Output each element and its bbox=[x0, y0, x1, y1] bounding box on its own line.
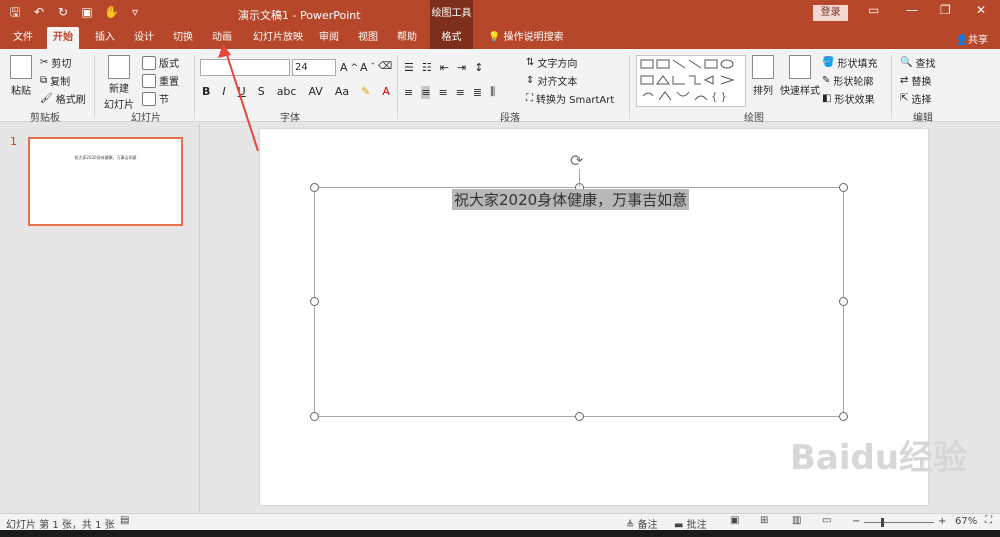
fit-to-window-icon[interactable]: ⛶ bbox=[985, 515, 992, 526]
taskbar-strip bbox=[0, 530, 1000, 537]
reading-view-icon[interactable]: ▥ bbox=[792, 515, 801, 526]
watermark-logo: Baidu经验 bbox=[790, 438, 968, 478]
rotate-connector bbox=[579, 169, 580, 187]
resize-handle[interactable] bbox=[839, 183, 848, 192]
slide-text[interactable]: 祝大家2020身体健康，万事吉如意 bbox=[452, 189, 690, 210]
slide-info: 幻灯片 第 1 张，共 1 张 bbox=[6, 520, 115, 531]
resize-handle[interactable] bbox=[839, 412, 848, 421]
comments-button[interactable]: ▬ 批注 bbox=[674, 516, 707, 531]
rotate-handle-icon[interactable]: ⟳ bbox=[570, 151, 583, 170]
resize-handle[interactable] bbox=[310, 412, 319, 421]
zoom-out-icon[interactable]: − bbox=[852, 516, 860, 527]
zoom-slider[interactable] bbox=[864, 522, 934, 523]
text-box[interactable] bbox=[310, 183, 848, 421]
zoom-slider-thumb[interactable] bbox=[881, 518, 884, 527]
status-bar: 幻灯片 第 1 张，共 1 张 ▤ ≜ 备注 ▬ 批注 ▣ ⊞ ▥ ▭ − + … bbox=[0, 513, 1000, 531]
spellcheck-icon[interactable]: ▤ bbox=[120, 515, 129, 526]
slideshow-icon[interactable]: ▭ bbox=[822, 515, 831, 526]
zoom-in-icon[interactable]: + bbox=[938, 516, 946, 527]
slide-sorter-icon[interactable]: ⊞ bbox=[760, 515, 768, 526]
zoom-level[interactable]: 67% bbox=[955, 516, 977, 527]
resize-handle[interactable] bbox=[839, 297, 848, 306]
resize-handle[interactable] bbox=[310, 183, 319, 192]
resize-handle[interactable] bbox=[310, 297, 319, 306]
notes-button[interactable]: ≜ 备注 bbox=[626, 516, 658, 531]
normal-view-icon[interactable]: ▣ bbox=[730, 515, 739, 526]
resize-handle[interactable] bbox=[575, 412, 584, 421]
